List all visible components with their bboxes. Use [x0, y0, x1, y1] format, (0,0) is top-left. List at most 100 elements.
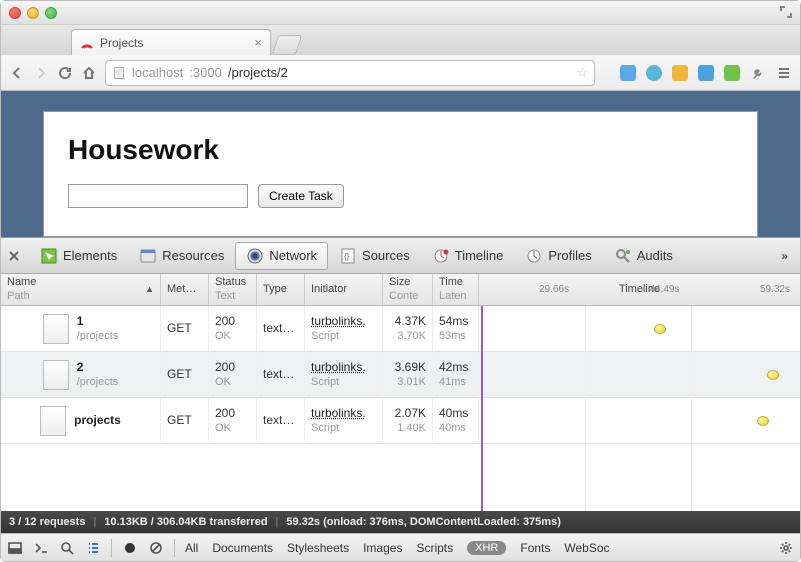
panel-label: Sources: [362, 248, 410, 263]
panel-label: Timeline: [455, 248, 504, 263]
back-button[interactable]: [9, 65, 25, 81]
request-initiator: turbolinks.Script: [305, 352, 383, 397]
request-status: 200OK: [209, 306, 257, 351]
panel-label: Profiles: [548, 248, 591, 263]
panel-overflow-button[interactable]: »: [775, 249, 794, 263]
new-tab-button[interactable]: [272, 35, 302, 55]
request-size: 2.07K1.40K: [383, 398, 433, 443]
column-header-type[interactable]: Type: [257, 274, 305, 305]
request-type: text…: [257, 398, 305, 443]
create-task-button[interactable]: Create Task: [258, 184, 344, 208]
column-header-initiator[interactable]: Initiator: [305, 274, 383, 305]
wrench-icon[interactable]: [750, 65, 766, 81]
column-label: Time: [439, 276, 472, 289]
column-header-method[interactable]: Met…: [161, 274, 209, 305]
network-row[interactable]: projectsGET200OKtext…turbolinks.Script2.…: [1, 398, 800, 444]
panel-audits[interactable]: Audits: [603, 242, 684, 270]
request-path: /projects: [77, 375, 119, 389]
network-row[interactable]: 2/projectsGET200OKtext…turbolinks.Script…: [1, 352, 800, 398]
column-header-status[interactable]: StatusText: [209, 274, 257, 305]
extension-icon[interactable]: [620, 65, 636, 81]
search-icon[interactable]: [59, 540, 75, 556]
extension-icon[interactable]: [698, 65, 714, 81]
column-label: Met…: [167, 283, 202, 296]
column-header-size[interactable]: SizeConte: [383, 274, 433, 305]
filter-scripts[interactable]: Scripts: [416, 541, 453, 555]
settings-gear-icon[interactable]: [778, 540, 794, 556]
tab-close-icon[interactable]: ×: [254, 35, 262, 50]
extension-icon[interactable]: [646, 65, 662, 81]
document-icon: [43, 314, 69, 344]
sort-indicator-icon: ▲: [145, 284, 154, 295]
window-zoom-button[interactable]: [45, 7, 57, 19]
window-close-button[interactable]: [9, 7, 21, 19]
document-icon: [43, 360, 69, 390]
devtools-panel: Elements Resources Network {} Sources Tim…: [1, 237, 800, 561]
list-view-icon[interactable]: [85, 540, 101, 556]
panel-profiles[interactable]: Profiles: [514, 242, 602, 270]
elements-icon: [40, 247, 58, 265]
favicon-icon: [80, 36, 94, 50]
svg-text:{}: {}: [344, 252, 350, 261]
extension-icon[interactable]: [724, 65, 740, 81]
timeline-tick: 44.49s: [649, 284, 679, 296]
request-type: text…: [257, 306, 305, 351]
home-button[interactable]: [81, 65, 97, 81]
network-row[interactable]: 1/projectsGET200OKtext…turbolinks.Script…: [1, 306, 800, 352]
request-type: text…: [257, 352, 305, 397]
browser-tab[interactable]: Projects ×: [71, 29, 271, 55]
page-icon: [112, 66, 126, 80]
request-time: 40ms40ms: [433, 398, 479, 443]
task-form: Create Task: [68, 184, 733, 208]
panel-elements[interactable]: Elements: [29, 242, 128, 270]
panel-network[interactable]: Network: [235, 242, 328, 270]
panel-sources[interactable]: {} Sources: [328, 242, 421, 270]
status-transferred: 10.13KB / 306.04KB transferred: [104, 516, 267, 528]
sources-icon: {}: [339, 247, 357, 265]
browser-toolbar: localhost:3000/projects/2 ☆: [1, 55, 800, 91]
column-header-timeline[interactable]: Timeline 29.66s 44.49s 59.32s: [479, 274, 800, 305]
request-name: 1: [77, 314, 119, 330]
page-content: Housework Create Task: [43, 111, 758, 237]
console-icon[interactable]: [33, 540, 49, 556]
extension-icons: [620, 65, 792, 81]
url-host: localhost: [132, 65, 183, 80]
fullscreen-icon[interactable]: [780, 6, 792, 18]
request-time: 42ms41ms: [433, 352, 479, 397]
dock-icon[interactable]: [7, 540, 23, 556]
column-header-name[interactable]: NamePath▲: [1, 274, 161, 305]
column-header-time[interactable]: TimeLaten: [433, 274, 479, 305]
menu-icon[interactable]: [776, 65, 792, 81]
status-timing: 59.32s (onload: 376ms, DOMContentLoaded:…: [286, 516, 560, 528]
status-requests: 3 / 12 requests: [9, 516, 85, 528]
devtools-bottom-bar: All Documents Stylesheets Images Scripts XHR F…: [1, 533, 800, 561]
task-name-input[interactable]: [68, 184, 248, 208]
devtools-close-button[interactable]: [7, 249, 21, 263]
forward-button[interactable]: [33, 65, 49, 81]
page-viewport: Housework Create Task: [1, 91, 800, 237]
record-icon[interactable]: [122, 540, 138, 556]
filter-stylesheets[interactable]: Stylesheets: [287, 541, 349, 555]
filter-images[interactable]: Images: [363, 541, 402, 555]
request-method: GET: [161, 352, 209, 397]
panel-label: Elements: [63, 248, 117, 263]
extension-icon[interactable]: [672, 65, 688, 81]
request-name: projects: [74, 413, 121, 429]
column-label: Initiator: [311, 283, 376, 296]
request-path: /projects: [77, 329, 119, 343]
column-sublabel: Laten: [439, 290, 472, 303]
reload-button[interactable]: [57, 65, 73, 81]
panel-resources[interactable]: Resources: [128, 242, 235, 270]
bookmark-star-icon[interactable]: ☆: [576, 65, 588, 81]
filter-documents[interactable]: Documents: [212, 541, 273, 555]
filter-all[interactable]: All: [185, 541, 198, 555]
filter-fonts[interactable]: Fonts: [520, 541, 550, 555]
panel-label: Resources: [162, 248, 224, 263]
panel-timeline[interactable]: Timeline: [421, 242, 515, 270]
address-bar[interactable]: localhost:3000/projects/2 ☆: [105, 60, 595, 86]
filter-websoc[interactable]: WebSoc: [564, 541, 609, 555]
filter-xhr[interactable]: XHR: [467, 541, 506, 555]
request-status: 200OK: [209, 398, 257, 443]
clear-icon[interactable]: [148, 540, 164, 556]
window-minimize-button[interactable]: [27, 7, 39, 19]
